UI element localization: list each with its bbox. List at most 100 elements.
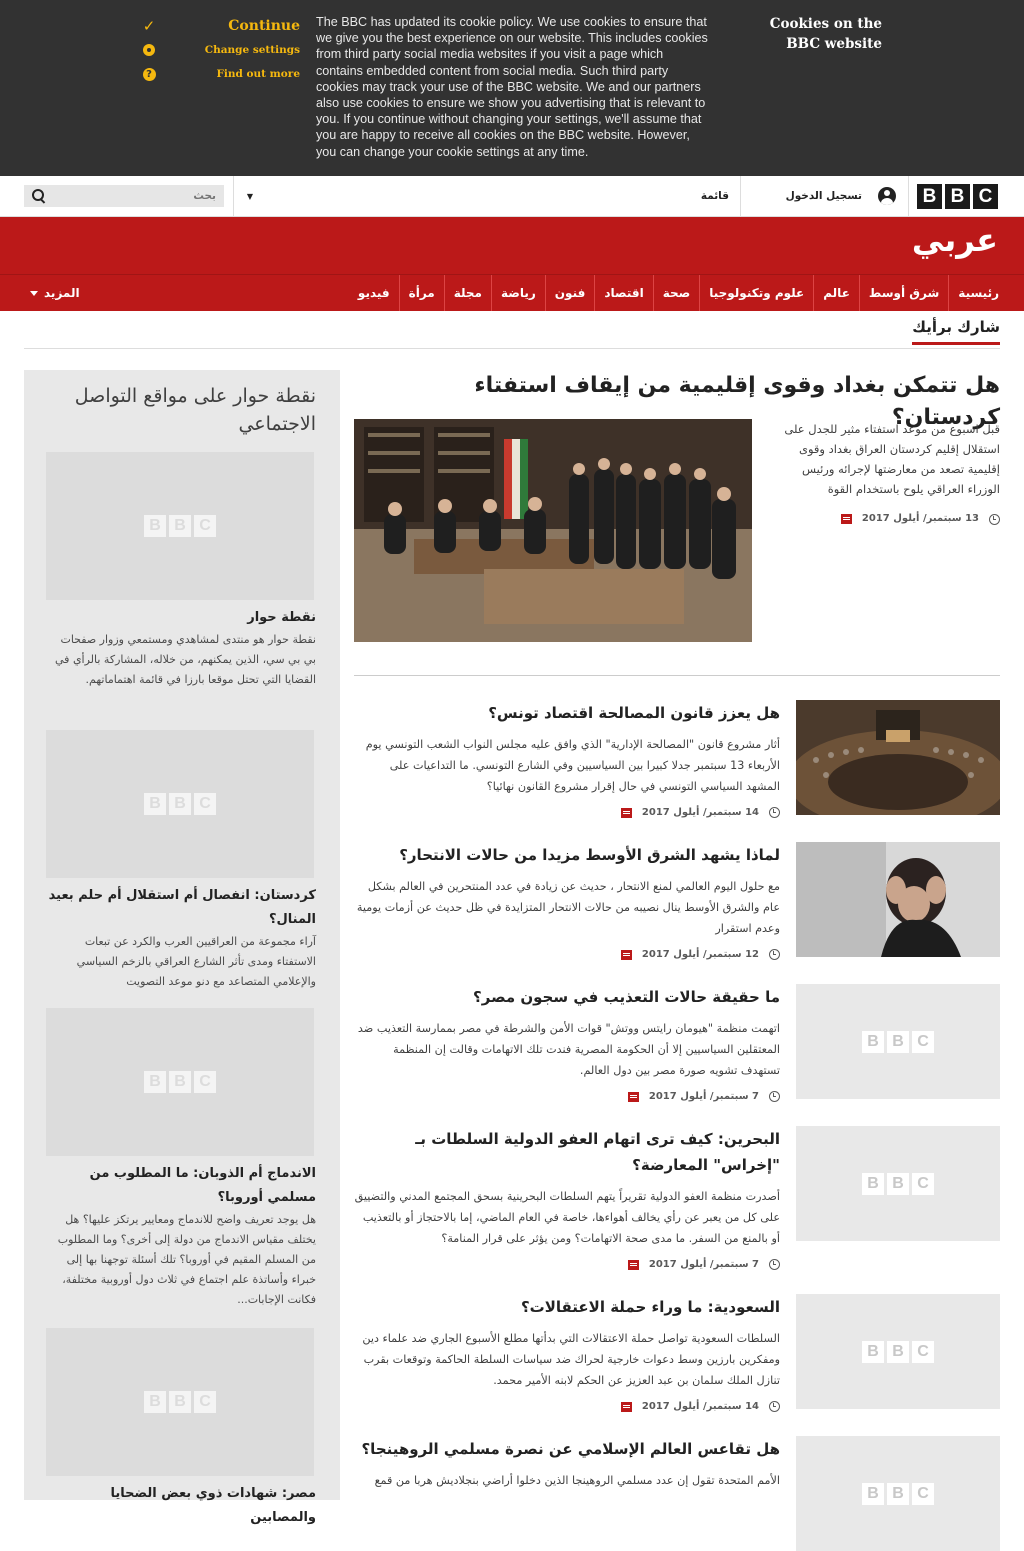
nav-item[interactable]: اقتصاد [594,275,652,311]
story-body: هل يعزز قانون المصالحة اقتصاد تونس؟ أثار … [354,700,780,818]
placeholder-letter: B [144,515,166,537]
story-body: السعودية: ما وراء حملة الاعتقالات؟ السلطا… [354,1294,780,1412]
bbc-placeholder-logo: BBC [144,1071,216,1093]
story-title[interactable]: البحرين: كيف ترى اتهام العفو الدولية الس… [354,1126,780,1178]
nav-item[interactable]: مجلة [443,275,491,311]
nav-item[interactable]: صحة [652,275,700,311]
nav-item[interactable]: فيديو [349,275,399,311]
clock-icon [769,1091,780,1102]
story-title[interactable]: السعودية: ما وراء حملة الاعتقالات؟ [354,1294,780,1320]
logo-letter: B [917,184,942,209]
placeholder-letter: C [912,1172,934,1195]
placeholder-letter: C [912,1482,934,1505]
sidebar-item: B B C نقطة حوار نقطة حوار هو منتدى لمشاهدي و… [46,452,316,690]
placeholder-letter: C [194,515,216,537]
placeholder-letter: B [169,515,191,537]
change-settings-link[interactable]: Change settings [140,38,300,62]
placeholder-letter: C [912,1340,934,1363]
placeholder-letter: B [169,1071,191,1093]
story-image[interactable]: BBC [796,1126,1000,1241]
placeholder-letter: B [169,793,191,815]
story-image[interactable]: BBC [796,984,1000,1099]
comment-icon[interactable] [620,949,632,960]
story-title[interactable]: هل يعزز قانون المصالحة اقتصاد تونس؟ [354,700,780,726]
logo-letter: B [945,184,970,209]
story-summary: أثار مشروع قانون "المصالحة الإدارية" الذ… [365,738,780,793]
story-meta: 14 سبتمبر/ أيلول 2017 [354,807,780,818]
story-image[interactable]: BBC [796,1436,1000,1551]
more-dropdown-button[interactable]: ▼ [238,176,262,216]
menu-label: قائمة [700,190,729,202]
nav-item[interactable]: شرق أوسط [858,275,948,311]
story-meta: 12 سبتمبر/ أيلول 2017 [354,949,780,960]
section-title[interactable]: شارك برأيك [912,318,1000,345]
story-image[interactable] [796,842,1000,957]
nav-more-button[interactable]: المزيد [30,275,80,311]
sidebar-item-text: هل يوجد تعريف واضح للاندماج ومعايير يرتك… [57,1213,316,1306]
bbc-logo[interactable]: B B C [917,184,998,209]
story-summary: الأمم المتحدة تقول إن عدد مسلمي الروهينج… [374,1474,780,1487]
brand-title[interactable]: عربي [912,221,998,259]
placeholder-letter: C [912,1030,934,1053]
story-date: 14 سبتمبر/ أيلول 2017 [641,1401,759,1412]
placeholder-letter: C [194,793,216,815]
story-title[interactable]: ما حقيقة حالات التعذيب في سجون مصر؟ [354,984,780,1010]
story-body: البحرين: كيف ترى اتهام العفو الدولية الس… [354,1126,780,1270]
cookie-banner-title: Cookies on the BBC website [769,16,882,52]
nav-item[interactable]: فنون [544,275,595,311]
divider [233,176,234,216]
sidebar-item-image[interactable]: BBC [46,1008,314,1156]
search-box [24,185,224,207]
story-title[interactable]: لماذا يشهد الشرق الأوسط مزيدا من حالات ا… [354,842,780,868]
story-image[interactable] [796,700,1000,815]
sidebar-item: B B C كردستان: انفصال أم استقلال أم حلم بعي… [46,730,316,992]
sidebar-item-heading[interactable]: مصر: شهادات ذوي بعض الضحايا والمصابين [46,1482,316,1530]
lead-image[interactable] [354,419,752,642]
continue-label: Continue [228,18,300,34]
placeholder-letter: B [862,1172,884,1195]
story-meta: 7 سبتمبر/ أيلول 2017 [354,1091,780,1102]
sidebar-item-image[interactable]: BBC [46,730,314,878]
sidebar-item-heading[interactable]: كردستان: انفصال أم استقلال أم حلم بعيد ا… [46,884,316,932]
search-input[interactable] [56,190,216,202]
comment-icon[interactable] [620,807,632,818]
section-divider [24,348,1000,349]
comment-icon[interactable] [620,1401,632,1412]
comment-icon[interactable] [627,1259,639,1270]
sidebar-item-text: آراء مجموعة من العراقيين العرب والكرد عن… [76,935,316,988]
sidebar-item-heading[interactable]: نقطة حوار [46,606,316,630]
find-out-more-link[interactable]: ? Find out more [140,62,300,86]
nav-item[interactable]: عالم [813,275,859,311]
story-date: 12 سبتمبر/ أيلول 2017 [641,949,759,960]
placeholder-letter: B [887,1030,909,1053]
placeholder-letter: C [194,1391,216,1413]
story-summary: اتهمت منظمة "هيومان رايتس ووتش" قوات الأ… [357,1022,780,1077]
story-summary: أصدرت منظمة العفو الدولية تقريراً يتهم ا… [354,1190,780,1245]
story-meta: 14 سبتمبر/ أيلول 2017 [354,1401,780,1412]
clock-icon [769,1259,780,1270]
clock-icon [769,807,780,818]
menu-link[interactable]: قائمة [701,176,729,216]
nav-item[interactable]: علوم وتكنولوجيا [699,275,813,311]
sidebar-item-image[interactable]: BBC [46,1328,314,1476]
continue-button[interactable]: ✓ Continue [140,14,300,38]
caret-down-icon [30,290,38,296]
nav-item[interactable]: رياضة [491,275,545,311]
sidebar-item-heading[interactable]: الاندماج أم الذوبان: ما المطلوب من مسلمي… [46,1162,316,1210]
placeholder-letter: B [887,1172,909,1195]
sidebar-item-image[interactable]: BBC [46,452,314,600]
cookie-actions: ✓ Continue Change settings ? Find out mo… [140,14,300,86]
story-body: هل تقاعس العالم الإسلامي عن نصرة مسلمي ا… [354,1436,780,1491]
story-image[interactable]: BBC [796,1294,1000,1409]
bbc-placeholder-logo: BBC [862,1030,934,1053]
clock-icon [769,1401,780,1412]
placeholder-letter: B [144,1391,166,1413]
comment-icon[interactable] [840,514,852,524]
story-title[interactable]: هل تقاعس العالم الإسلامي عن نصرة مسلمي ا… [354,1436,780,1462]
signin-link[interactable]: تسجيل الدخول [786,176,896,216]
nav-item[interactable]: مرأة [398,275,444,311]
search-icon[interactable] [32,189,46,203]
comment-icon[interactable] [627,1091,639,1102]
story-body: ما حقيقة حالات التعذيب في سجون مصر؟ اتهمت… [354,984,780,1102]
nav-item[interactable]: رئيسية [948,275,1008,311]
